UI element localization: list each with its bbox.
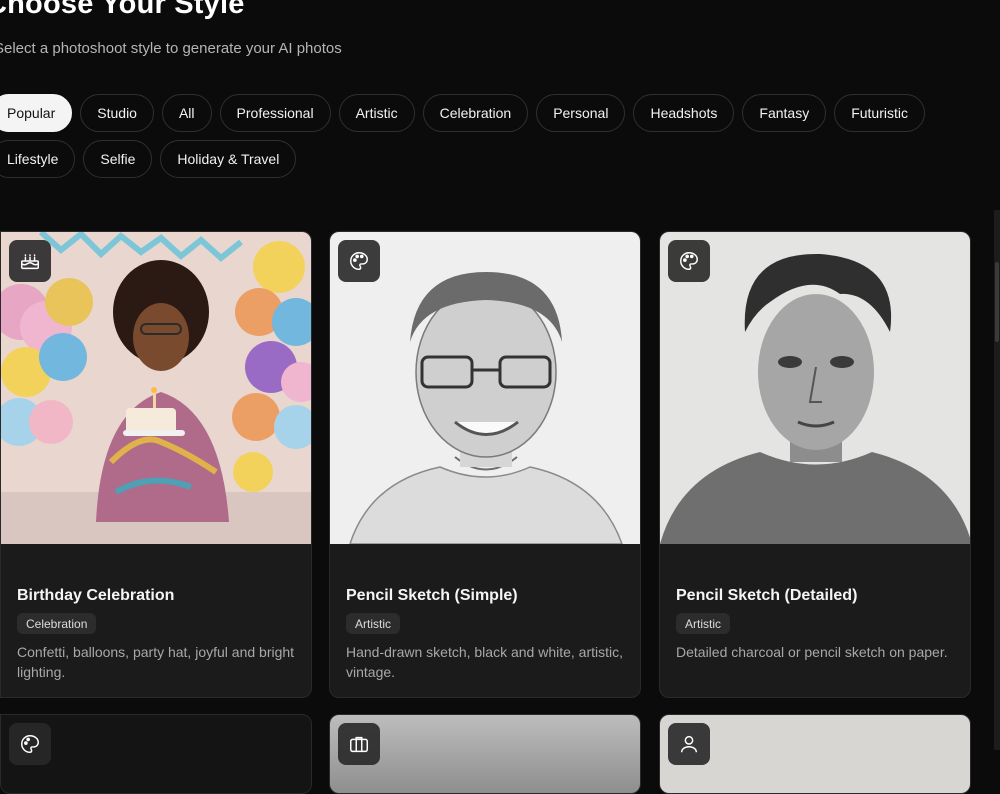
- style-card-next-3[interactable]: [659, 714, 971, 794]
- style-card-pencil-sketch-simple[interactable]: Pencil Sketch (Simple) Artistic Hand-dra…: [329, 231, 641, 698]
- page-title: Choose Your Style: [0, 0, 245, 20]
- style-preview-image: [330, 232, 640, 544]
- filter-chip-selfie[interactable]: Selfie: [83, 140, 153, 178]
- style-category-tag: Celebration: [17, 613, 97, 634]
- filter-chip-holiday-travel[interactable]: Holiday & Travel: [160, 140, 297, 178]
- filter-chip-futuristic[interactable]: Futuristic: [834, 94, 925, 132]
- scrollbar-thumb[interactable]: [995, 262, 999, 342]
- style-preview-image: [660, 232, 970, 544]
- briefcase-icon: [338, 723, 380, 765]
- style-card-description: Hand-drawn sketch, black and white, arti…: [346, 644, 624, 680]
- style-card-next-1[interactable]: [0, 714, 312, 794]
- filter-chip-headshots[interactable]: Headshots: [633, 94, 735, 132]
- filter-chip-studio[interactable]: Studio: [80, 94, 154, 132]
- style-card-title: Pencil Sketch (Simple): [346, 587, 518, 604]
- style-category-tag: Artistic: [346, 613, 400, 634]
- filter-chip-professional[interactable]: Professional: [219, 94, 331, 132]
- filter-chip-all[interactable]: All: [161, 94, 212, 132]
- style-category-tag: Artistic: [676, 613, 730, 634]
- style-card-description: Detailed charcoal or pencil sketch on pa…: [676, 644, 948, 660]
- palette-icon: [9, 723, 51, 765]
- filter-chip-popular[interactable]: Popular: [0, 94, 73, 132]
- palette-icon: [338, 240, 380, 282]
- style-filter-bar: Popular Studio All Professional Artistic…: [0, 94, 990, 178]
- style-card-pencil-sketch-detailed[interactable]: Pencil Sketch (Detailed) Artistic Detail…: [659, 231, 971, 698]
- filter-chip-lifestyle[interactable]: Lifestyle: [0, 140, 76, 178]
- style-preview-image: [1, 232, 311, 544]
- cake-icon: [9, 240, 51, 282]
- filter-chip-celebration[interactable]: Celebration: [422, 94, 529, 132]
- page-scrollbar[interactable]: [994, 210, 1000, 750]
- person-icon: [668, 723, 710, 765]
- style-card-title: Birthday Celebration: [17, 587, 175, 604]
- palette-icon: [668, 240, 710, 282]
- filter-chip-fantasy[interactable]: Fantasy: [742, 94, 827, 132]
- style-card-title: Pencil Sketch (Detailed): [676, 587, 858, 604]
- style-card-description: Confetti, balloons, party hat, joyful an…: [17, 644, 295, 680]
- style-card-next-2[interactable]: [329, 714, 641, 794]
- style-card-birthday-celebration[interactable]: Birthday Celebration Celebration Confett…: [0, 231, 312, 698]
- filter-chip-artistic[interactable]: Artistic: [338, 94, 415, 132]
- page-subtitle: Select a photoshoot style to generate yo…: [0, 40, 342, 57]
- filter-chip-personal[interactable]: Personal: [536, 94, 626, 132]
